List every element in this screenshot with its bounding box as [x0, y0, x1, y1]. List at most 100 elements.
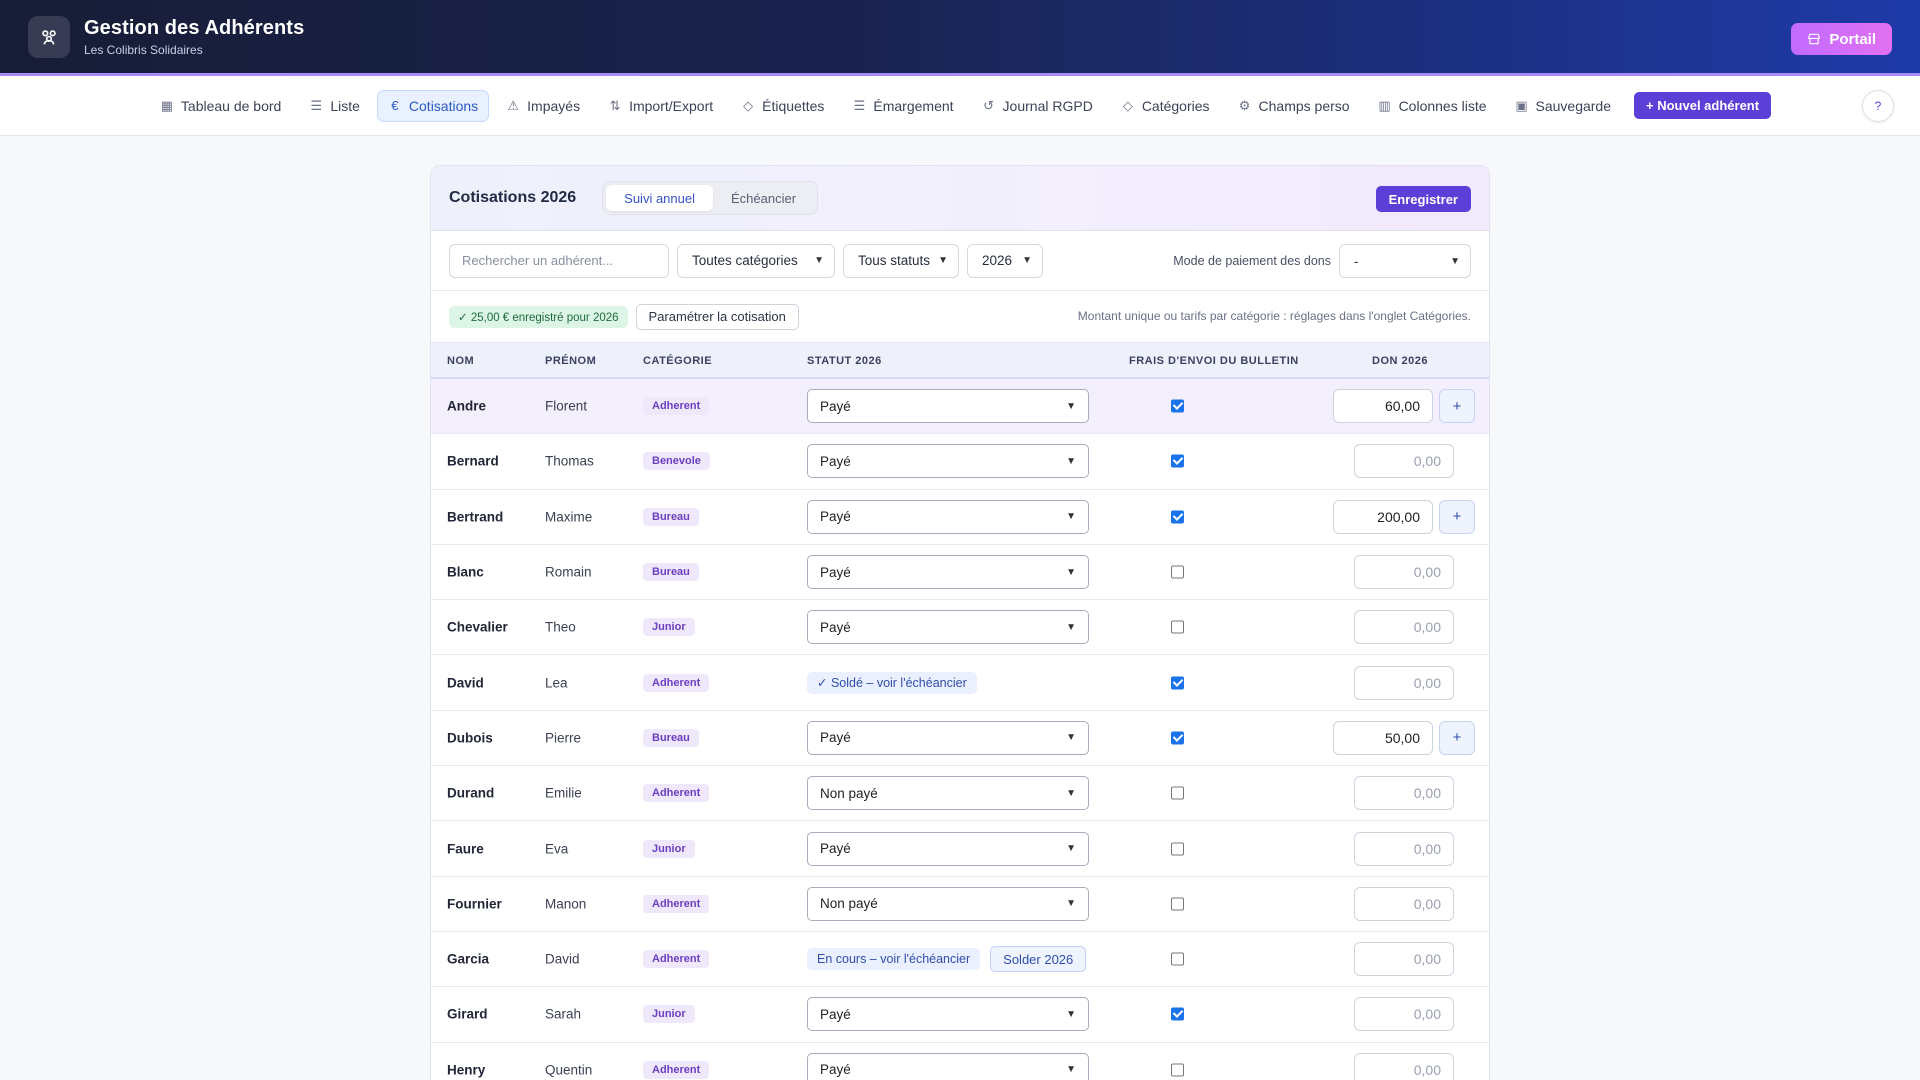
status-select[interactable]: Payé ▼: [807, 720, 1089, 755]
status-select-value: Payé: [820, 841, 851, 857]
nav-tab-label: Liste: [330, 97, 360, 114]
add-don-button[interactable]: +: [1439, 499, 1475, 534]
member-nom: Andre: [447, 398, 487, 414]
member-prenom: Quentin: [545, 1062, 593, 1078]
don-input[interactable]: 0,00: [1354, 555, 1454, 590]
frais-checkbox[interactable]: [1171, 510, 1184, 524]
member-nom: Bertrand: [447, 509, 504, 525]
frais-checkbox[interactable]: [1171, 842, 1184, 856]
status-select-value: Payé: [820, 619, 851, 635]
nav-tab-categories[interactable]: ◇ Catégories: [1110, 90, 1221, 122]
nav-tab-label: Cotisations: [408, 97, 479, 114]
nav-tab-champs-perso[interactable]: ⚙ Champs perso: [1227, 90, 1361, 122]
chevron-down-icon: ▼: [1450, 255, 1460, 267]
frais-checkbox[interactable]: [1171, 952, 1184, 966]
member-nom: Bernard: [447, 453, 499, 469]
status-select[interactable]: Payé ▼: [807, 555, 1089, 590]
don-input[interactable]: 0,00: [1354, 886, 1454, 921]
status-schedule-link[interactable]: En cours – voir l'échéancier: [807, 948, 981, 971]
nav-tab-import-export[interactable]: ⇅ Import/Export: [597, 90, 724, 122]
list-icon: ☰: [310, 97, 323, 113]
category-badge: Adherent: [643, 950, 710, 969]
don-input[interactable]: 0,00: [1354, 776, 1454, 811]
frais-checkbox[interactable]: [1171, 897, 1184, 911]
nav-tab-dashboard[interactable]: ▦ Tableau de bord: [149, 90, 292, 122]
portal-label: Portail: [1829, 30, 1876, 48]
status-select[interactable]: Payé ▼: [807, 444, 1089, 479]
tab-suivi-annuel[interactable]: Suivi annuel: [606, 185, 713, 211]
nav-tab-sauvegarde[interactable]: ▣ Sauvegarde: [1504, 90, 1623, 122]
don-input[interactable]: 60,00: [1333, 389, 1433, 424]
file-icon: ⇅: [609, 97, 621, 113]
nav-tab-journal-rgpd[interactable]: ↺ Journal RGPD: [971, 90, 1104, 122]
status-select-value: Payé: [820, 730, 851, 746]
table-row: Chevalier Theo Junior Payé ▼ 0,00: [431, 600, 1489, 656]
status-select[interactable]: Payé ▼: [807, 831, 1089, 866]
don-input[interactable]: 0,00: [1354, 942, 1454, 977]
year-select[interactable]: 2026 ▼: [967, 243, 1043, 278]
members-icon: [42, 29, 56, 44]
frais-checkbox[interactable]: [1171, 620, 1184, 634]
status-select-value: Non payé: [820, 785, 878, 801]
don-input[interactable]: 0,00: [1354, 831, 1454, 866]
view-switch: Suivi annuel Échéancier: [602, 181, 819, 215]
solder-button[interactable]: Solder 2026: [990, 946, 1087, 973]
col-statut: STATUT 2026: [807, 355, 882, 367]
don-input[interactable]: 50,00: [1333, 720, 1433, 755]
table-row: Bernard Thomas Benevole Payé ▼ 0,00: [431, 434, 1489, 490]
frais-checkbox[interactable]: [1171, 1063, 1184, 1077]
tab-echeancier[interactable]: Échéancier: [713, 185, 814, 211]
col-prenom: PRÉNOM: [545, 355, 597, 367]
frais-checkbox[interactable]: [1171, 454, 1184, 468]
don-input[interactable]: 0,00: [1354, 1052, 1454, 1080]
portal-button[interactable]: Portail: [1791, 23, 1892, 55]
frais-checkbox[interactable]: [1171, 786, 1184, 800]
category-badge: Adherent: [643, 1060, 710, 1079]
nav-tab-label: Catégories: [1141, 97, 1210, 114]
don-input[interactable]: 200,00: [1333, 499, 1433, 534]
category-badge: Junior: [643, 618, 695, 637]
nav-tab-liste[interactable]: ☰ Liste: [298, 90, 371, 122]
help-button[interactable]: ?: [1862, 90, 1894, 122]
status-select[interactable]: Non payé ▼: [807, 776, 1089, 811]
don-input[interactable]: 0,00: [1354, 610, 1454, 645]
status-select[interactable]: Non payé ▼: [807, 886, 1089, 921]
nav-tab-cotisations[interactable]: € Cotisations: [376, 89, 490, 122]
status-select[interactable]: Payé ▼: [807, 997, 1089, 1032]
category-badge: Bureau: [643, 728, 699, 747]
status-schedule-link[interactable]: ✓ Soldé – voir l'échéancier: [807, 671, 977, 694]
category-select[interactable]: Toutes catégories ▼: [677, 243, 835, 278]
status-select[interactable]: Payé ▼: [807, 389, 1089, 424]
status-select[interactable]: Tous statuts ▼: [843, 243, 959, 278]
add-don-button[interactable]: +: [1439, 389, 1475, 424]
status-select-value: Payé: [820, 1062, 851, 1078]
nav-tab-label: Tableau de bord: [180, 97, 282, 114]
status-select[interactable]: Payé ▼: [807, 1052, 1089, 1080]
status-select[interactable]: Payé ▼: [807, 610, 1089, 645]
frais-checkbox[interactable]: [1171, 565, 1184, 579]
frais-checkbox[interactable]: [1171, 676, 1184, 690]
nav-tab-impayes[interactable]: ⚠ Impayés: [495, 90, 591, 122]
new-member-button[interactable]: + Nouvel adhérent: [1634, 92, 1772, 119]
don-mode-select[interactable]: - ▼: [1339, 244, 1471, 278]
frais-checkbox[interactable]: [1171, 399, 1184, 413]
member-nom: David: [447, 675, 484, 691]
nav-tab-label: Journal RGPD: [1002, 97, 1093, 114]
nav-tab-etiquettes[interactable]: ◇ Étiquettes: [730, 90, 835, 122]
param-cotisation-button[interactable]: Paramétrer la cotisation: [635, 303, 799, 330]
don-input[interactable]: 0,00: [1354, 444, 1454, 479]
search-input[interactable]: Rechercher un adhérent...: [449, 243, 669, 278]
saved-amount-badge: ✓ 25,00 € enregistré pour 2026: [449, 305, 628, 328]
don-input[interactable]: 0,00: [1354, 997, 1454, 1032]
don-input[interactable]: 0,00: [1354, 665, 1454, 700]
nav-tab-emargement[interactable]: ☰ Émargement: [841, 90, 964, 122]
category-badge: Adherent: [643, 673, 710, 692]
save-button[interactable]: Enregistrer: [1375, 186, 1471, 212]
nav-tab-colonnes-liste[interactable]: ▥ Colonnes liste: [1367, 90, 1498, 122]
app-logo: [28, 15, 70, 58]
frais-checkbox[interactable]: [1171, 1007, 1184, 1021]
frais-checkbox[interactable]: [1171, 731, 1184, 745]
nav-tab-label: Colonnes liste: [1398, 97, 1487, 114]
add-don-button[interactable]: +: [1439, 720, 1475, 755]
status-select[interactable]: Payé ▼: [807, 499, 1089, 534]
